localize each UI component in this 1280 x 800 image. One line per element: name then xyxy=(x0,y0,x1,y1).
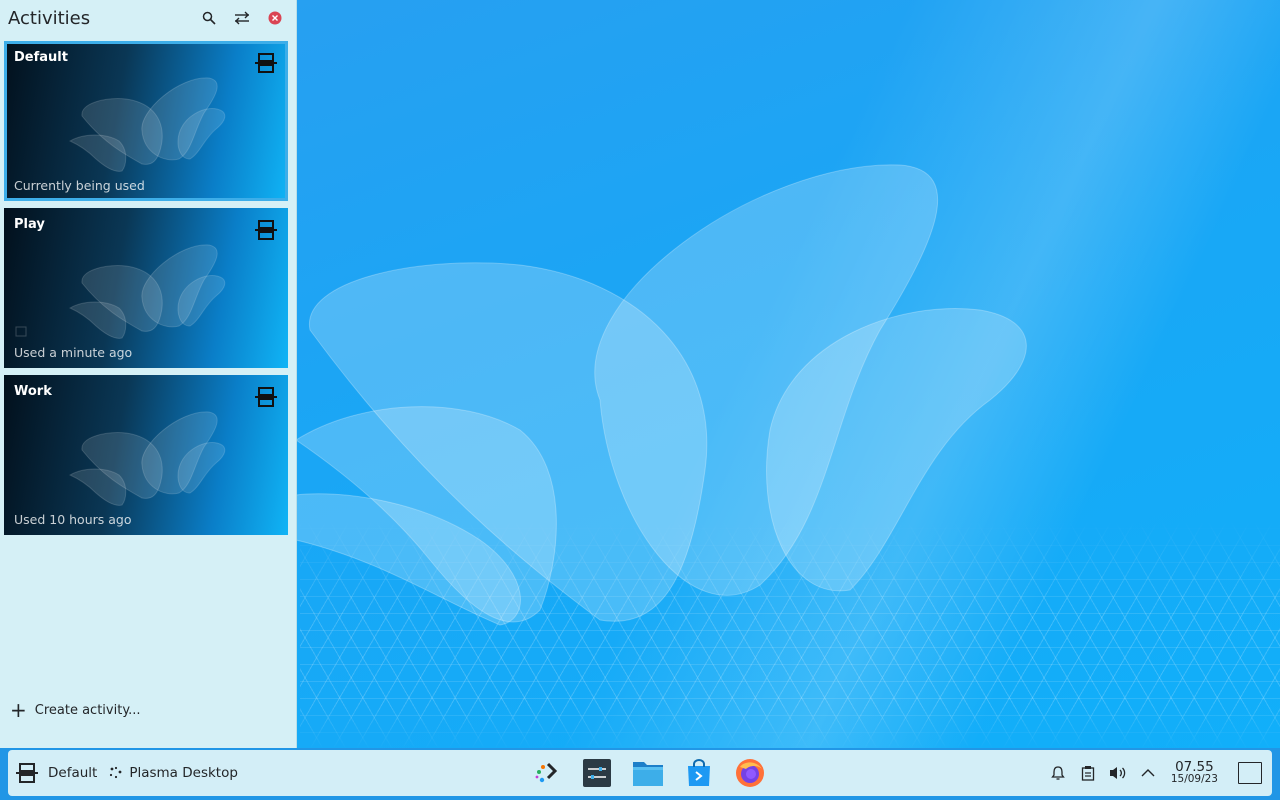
task-manager xyxy=(520,750,775,796)
dolphin-icon xyxy=(632,762,663,786)
task-file-manager[interactable] xyxy=(622,750,673,796)
show-desktop-button[interactable] xyxy=(1238,762,1262,784)
activities-icon xyxy=(255,53,277,73)
activity-thumbnail xyxy=(68,77,226,172)
task-system-settings[interactable] xyxy=(571,750,622,796)
plasma-desktop-label: Plasma Desktop xyxy=(129,765,238,781)
close-icon xyxy=(268,11,282,25)
activity-name: Play xyxy=(14,217,45,232)
activities-panel: Activities Default Currently being used … xyxy=(0,0,297,748)
notifications-button[interactable] xyxy=(1043,750,1073,796)
activities-title: Activities xyxy=(8,7,91,29)
create-activity-label: Create activity... xyxy=(34,702,141,718)
clipboard-icon xyxy=(1081,766,1094,781)
configure-icon xyxy=(235,11,249,25)
close-button[interactable] xyxy=(262,5,288,31)
search-button[interactable] xyxy=(196,5,222,31)
task-discover[interactable] xyxy=(520,750,571,796)
plasma-icon xyxy=(110,766,122,779)
taskbar: Default Plasma Desktop 07.55 15/09/23 xyxy=(0,748,1280,800)
volume-button[interactable] xyxy=(1103,750,1133,796)
clipboard-button[interactable] xyxy=(1073,750,1103,796)
expand-tray-button[interactable] xyxy=(1133,750,1163,796)
activity-icon xyxy=(255,219,277,245)
activities-header: Activities xyxy=(0,0,296,36)
chevron-up-icon xyxy=(1141,769,1155,777)
activities-icon xyxy=(255,220,277,240)
activity-icon xyxy=(255,386,277,412)
activity-thumbnail xyxy=(68,411,226,506)
digital-clock[interactable]: 07.55 15/09/23 xyxy=(1170,759,1218,785)
task-firefox[interactable] xyxy=(724,750,775,796)
plasma-desktop-item[interactable]: Plasma Desktop xyxy=(109,765,238,781)
system-tray: 07.55 15/09/23 xyxy=(1043,750,1266,796)
task-store[interactable] xyxy=(673,750,724,796)
configure-button[interactable] xyxy=(229,5,255,31)
activity-switcher[interactable]: Default Plasma Desktop xyxy=(16,750,238,796)
current-activity-label: Default xyxy=(48,765,98,781)
create-activity-button[interactable]: + Create activity... xyxy=(10,700,141,720)
taskbar-panel: Default Plasma Desktop 07.55 15/09/23 xyxy=(8,750,1272,796)
clock-date: 15/09/23 xyxy=(1170,773,1218,785)
firefox-icon xyxy=(735,759,764,787)
activities-icon xyxy=(16,763,38,783)
volume-icon xyxy=(1109,767,1126,779)
notifications-icon xyxy=(1051,766,1065,780)
activity-status: Used a minute ago xyxy=(14,345,133,360)
discover-icon xyxy=(535,762,557,783)
activity-name: Work xyxy=(14,384,52,399)
activities-icon xyxy=(255,387,277,407)
search-icon xyxy=(202,11,216,25)
store-icon xyxy=(687,759,710,786)
activity-card-work[interactable]: Work Used 10 hours ago xyxy=(4,375,288,535)
activity-name: Default xyxy=(14,50,68,65)
activity-card-play[interactable]: Play Used a minute ago xyxy=(4,208,288,368)
activity-icon xyxy=(255,52,277,78)
activity-status: Currently being used xyxy=(14,178,145,193)
activity-thumbnail xyxy=(15,244,226,339)
activity-status: Used 10 hours ago xyxy=(14,512,132,527)
plus-icon: + xyxy=(10,698,27,722)
clock-time: 07.55 xyxy=(1175,759,1214,775)
system-settings-icon xyxy=(582,759,611,787)
activity-card-default[interactable]: Default Currently being used xyxy=(4,41,288,201)
